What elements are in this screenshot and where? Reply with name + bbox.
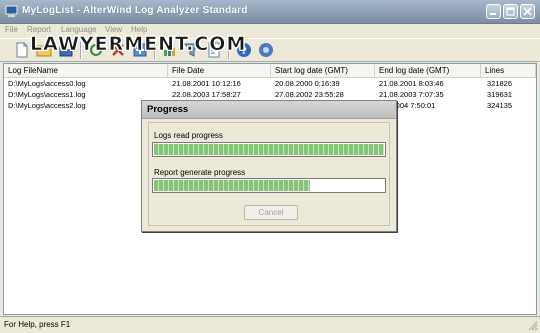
close-icon [523,7,532,16]
table-row[interactable]: D:\MyLogs\access0.log 21.08.2001 10:12:1… [4,78,536,89]
column-header-file-date[interactable]: File Date [168,64,271,77]
cell-filename: D:\MyLogs\access1.log [8,90,86,99]
column-header-filename[interactable]: Log FileName [4,64,168,77]
cell-filename: D:\MyLogs\access0.log [8,79,86,88]
status-text: For Help, press F1 [4,320,71,329]
dialog-title-bar[interactable]: Progress [142,101,396,119]
report-progress-fill [154,180,310,191]
watermark-text: LAWYERMENT.COM [30,33,247,56]
window-title: MyLogList - AlterWind Log Analyzer Stand… [22,5,248,16]
cell-lines: 319631 [487,90,513,99]
column-header-lines[interactable]: Lines [481,64,536,77]
cell-filename: D:\MyLogs\access2.log [8,101,86,110]
about-icon[interactable] [258,42,274,58]
report-progress-label: Report generate progress [154,168,246,177]
progress-dialog: Progress Logs read progress Report gener… [141,100,397,232]
dialog-title: Progress [147,104,189,115]
minimize-button[interactable] [486,4,501,19]
cell-end-date: 21.08.2001 8:03:46 [379,79,444,88]
maximize-icon [506,7,515,16]
app-window: MyLogList - AlterWind Log Analyzer Stand… [0,0,540,333]
app-icon [5,5,18,17]
logs-progress-label: Logs read progress [154,131,223,140]
menu-file[interactable]: File [5,25,18,34]
cell-file-date: 21.08.2001 10:12:16 [172,79,241,88]
report-progress-bar [152,178,386,193]
cell-start-date: 20.08.2000 0:16:39 [275,79,340,88]
column-header-start-date[interactable]: Start log date (GMT) [271,64,375,77]
cell-lines: 321826 [487,79,513,88]
cell-end-date: 21.08.2003 7:07:35 [379,90,444,99]
list-header: Log FileName File Date Start log date (G… [4,64,536,78]
cell-file-date: 22.08.2003 17:58:27 [172,90,241,99]
title-bar[interactable]: MyLogList - AlterWind Log Analyzer Stand… [0,0,540,24]
close-button[interactable] [520,4,535,19]
resize-grip-icon[interactable] [528,321,538,331]
new-icon[interactable] [14,42,30,58]
logs-progress-bar [152,142,386,157]
status-bar: For Help, press F1 [0,316,540,333]
maximize-button[interactable] [503,4,518,19]
cell-start-date: 27.08.2002 23:55:28 [275,90,344,99]
logs-progress-fill [154,144,384,155]
cancel-button[interactable]: Cancel [244,205,298,220]
cell-lines: 324135 [487,101,513,110]
table-row[interactable]: D:\MyLogs\access1.log 22.08.2003 17:58:2… [4,89,536,100]
minimize-icon [490,13,496,15]
column-header-end-date[interactable]: End log date (GMT) [375,64,481,77]
